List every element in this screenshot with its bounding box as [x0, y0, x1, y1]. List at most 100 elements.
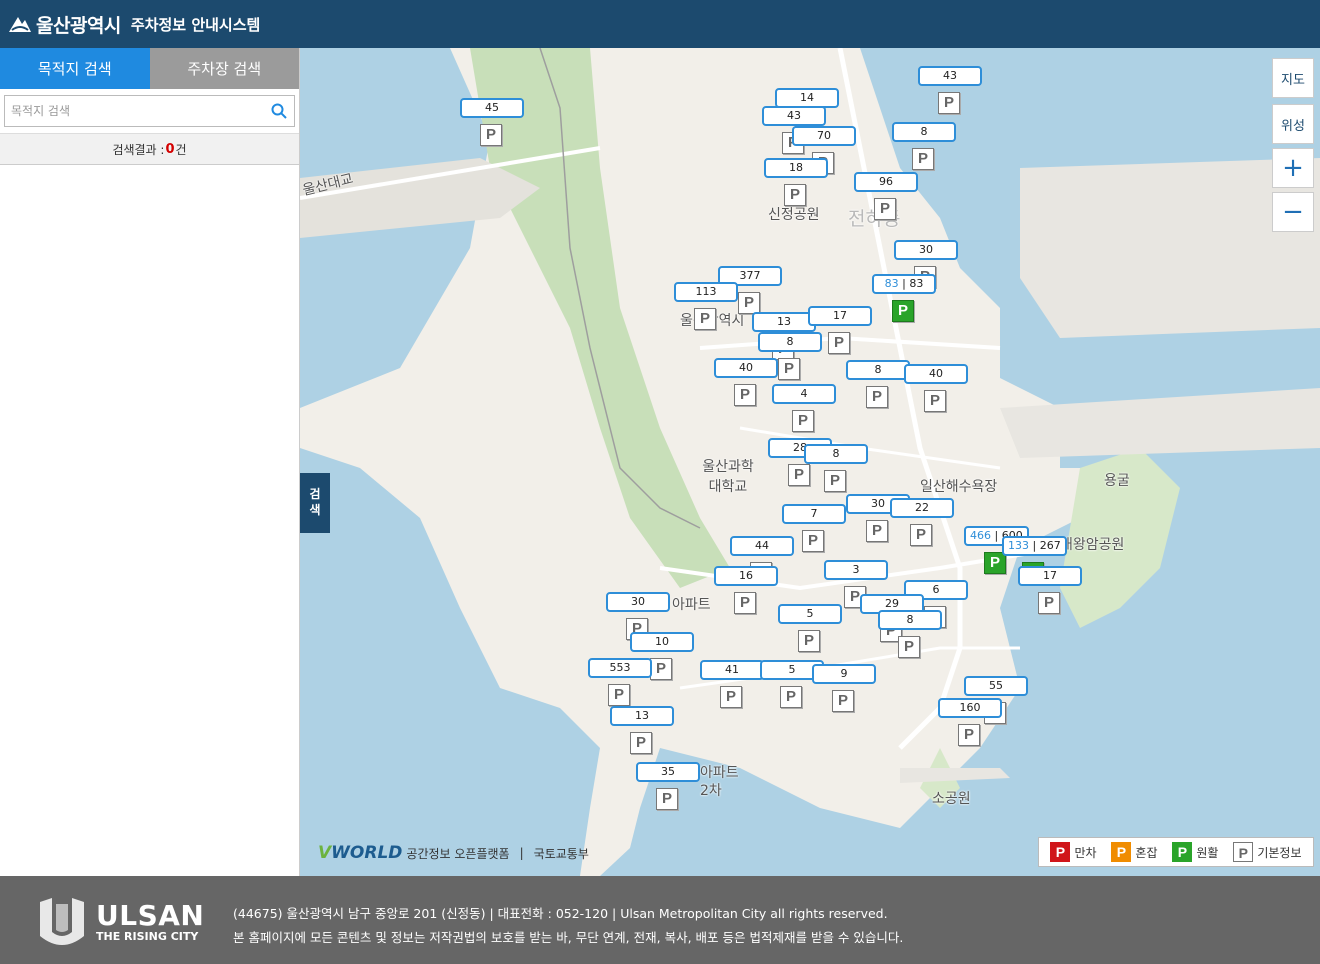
parking-total-count: 83 — [909, 277, 924, 290]
parking-p-icon[interactable]: P — [892, 300, 914, 322]
parking-lot-count[interactable]: 17 — [1018, 566, 1082, 586]
ulsan-logo-icon[interactable] — [8, 14, 32, 34]
legend-label: 만차 — [1074, 845, 1097, 860]
parking-lot-count[interactable]: 9 — [812, 664, 876, 684]
parking-p-icon[interactable]: P — [798, 630, 820, 652]
parking-lot-count[interactable]: 22 — [890, 498, 954, 518]
parking-lot-count[interactable]: 30 — [894, 240, 958, 260]
parking-lot-count[interactable]: 5 — [778, 604, 842, 624]
parking-lot-count[interactable]: 30 — [606, 592, 670, 612]
place-label: 소공원 — [932, 791, 971, 807]
parking-p-icon[interactable]: P — [802, 530, 824, 552]
zoom-out-button[interactable]: − — [1272, 192, 1314, 232]
parking-lot-count[interactable]: 133 | 267 — [1002, 536, 1067, 556]
parking-lot-count[interactable]: 70 — [792, 126, 856, 146]
sidebar: 목적지 검색 주차장 검색 검색결과 : 0 건 — [0, 48, 300, 876]
tab-parking-search[interactable]: 주차장 검색 — [149, 48, 299, 89]
parking-lot-count[interactable]: 41 — [700, 660, 764, 680]
parking-lot-count[interactable]: 8 — [892, 122, 956, 142]
parking-lot-count[interactable]: 96 — [854, 172, 918, 192]
parking-free-count: 466 — [970, 529, 991, 542]
destination-search-input[interactable] — [11, 104, 270, 118]
parking-lot-count[interactable]: 8 — [758, 332, 822, 352]
search-panel-toggle[interactable]: 검 색 — [300, 473, 330, 533]
parking-p-icon[interactable]: P — [734, 384, 756, 406]
parking-lot-count[interactable]: 8 — [804, 444, 868, 464]
parking-lot-count[interactable]: 55 — [964, 676, 1028, 696]
tab-destination-search[interactable]: 목적지 검색 — [0, 48, 150, 89]
parking-p-icon[interactable]: P — [630, 732, 652, 754]
parking-p-icon[interactable]: P — [828, 332, 850, 354]
parking-lot-count[interactable]: 113 — [674, 282, 738, 302]
parking-p-icon[interactable]: P — [866, 386, 888, 408]
parking-p-icon[interactable]: P — [910, 524, 932, 546]
parking-p-icon[interactable]: P — [874, 198, 896, 220]
parking-lot-count[interactable]: 13 — [610, 706, 674, 726]
parking-p-icon[interactable]: P — [792, 410, 814, 432]
page-title: 주차정보 안내시스템 — [130, 15, 261, 34]
parking-lot-count[interactable]: 3 — [824, 560, 888, 580]
parking-p-icon[interactable]: P — [480, 124, 502, 146]
parking-lot-count[interactable]: 553 — [588, 658, 652, 678]
search-icon[interactable] — [270, 102, 288, 120]
vworld-logo[interactable]: VWORLD — [318, 843, 402, 863]
parking-lot-count[interactable]: 8 — [846, 360, 910, 380]
parking-p-icon[interactable]: P — [734, 592, 756, 614]
footer-info: (44675) 울산광역시 남구 중앙로 201 (신정동) | 대표전화 : … — [233, 902, 903, 950]
logo-text[interactable]: 울산광역시 — [36, 11, 121, 38]
parking-lot-count[interactable]: 17 — [808, 306, 872, 326]
parking-p-icon[interactable]: P — [608, 684, 630, 706]
satellite-type-button[interactable]: 위성 — [1272, 104, 1314, 144]
parking-p-icon[interactable]: P — [924, 390, 946, 412]
footer-brand-name: ULSAN — [96, 898, 205, 932]
parking-lot-count[interactable]: 14 — [775, 88, 839, 108]
search-box — [4, 95, 295, 127]
parking-p-icon[interactable]: P — [1038, 592, 1060, 614]
parking-p-icon[interactable]: P — [832, 690, 854, 712]
map-view[interactable]: 울산대교 신정공원 울산광역시 울산과학대학교 아파트 일산해수욕장 용굴 대왕… — [300, 48, 1320, 876]
parking-lot-count[interactable]: 8 — [878, 610, 942, 630]
zoom-in-button[interactable]: + — [1272, 148, 1314, 188]
parking-p-icon[interactable]: P — [958, 724, 980, 746]
parking-p-icon[interactable]: P — [938, 92, 960, 114]
parking-lot-count[interactable]: 7 — [782, 504, 846, 524]
parking-p-icon[interactable]: P — [738, 292, 760, 314]
parking-lot-count[interactable]: 160 — [938, 698, 1002, 718]
search-toggle-char: 색 — [309, 503, 321, 517]
attribution-text-2: 국토교통부 — [533, 846, 589, 861]
parking-count-separator: | — [898, 277, 910, 290]
parking-lot-count[interactable]: 13 — [752, 312, 816, 332]
parking-p-icon[interactable]: P — [784, 184, 806, 206]
search-toggle-char: 검 — [309, 487, 321, 502]
parking-lot-count[interactable]: 18 — [764, 158, 828, 178]
parking-lot-count[interactable]: 45 — [460, 98, 524, 118]
parking-p-icon[interactable]: P — [656, 788, 678, 810]
search-tabs: 목적지 검색 주차장 검색 — [0, 48, 299, 89]
parking-p-icon[interactable]: P — [788, 464, 810, 486]
parking-free-count: 83 — [884, 277, 899, 290]
parking-lot-count[interactable]: 44 — [730, 536, 794, 556]
parking-p-icon[interactable]: P — [824, 470, 846, 492]
parking-lot-count[interactable]: 43 — [762, 106, 826, 126]
parking-lot-count[interactable]: 16 — [714, 566, 778, 586]
parking-p-icon[interactable]: P — [866, 520, 888, 542]
parking-p-icon[interactable]: P — [912, 148, 934, 170]
parking-lot-count[interactable]: 43 — [918, 66, 982, 86]
footer-logo: ULSAN THE RISING CITY — [36, 896, 204, 948]
parking-lot-count[interactable]: 4 — [772, 384, 836, 404]
attribution-separator: | — [519, 846, 524, 860]
parking-lot-count[interactable]: 10 — [630, 632, 694, 652]
parking-lot-count[interactable]: 40 — [714, 358, 778, 378]
parking-p-icon[interactable]: P — [650, 658, 672, 680]
map-type-button[interactable]: 지도 — [1272, 58, 1314, 98]
parking-p-icon[interactable]: P — [694, 308, 716, 330]
legend-item-busy: P 혼잡 — [1111, 842, 1158, 862]
parking-lot-count[interactable]: 35 — [636, 762, 700, 782]
parking-p-icon[interactable]: P — [984, 552, 1006, 574]
parking-lot-count[interactable]: 40 — [904, 364, 968, 384]
parking-p-icon[interactable]: P — [780, 686, 802, 708]
parking-p-icon[interactable]: P — [778, 358, 800, 380]
parking-lot-count[interactable]: 83 | 83 — [872, 274, 936, 294]
parking-p-icon[interactable]: P — [898, 636, 920, 658]
parking-p-icon[interactable]: P — [720, 686, 742, 708]
